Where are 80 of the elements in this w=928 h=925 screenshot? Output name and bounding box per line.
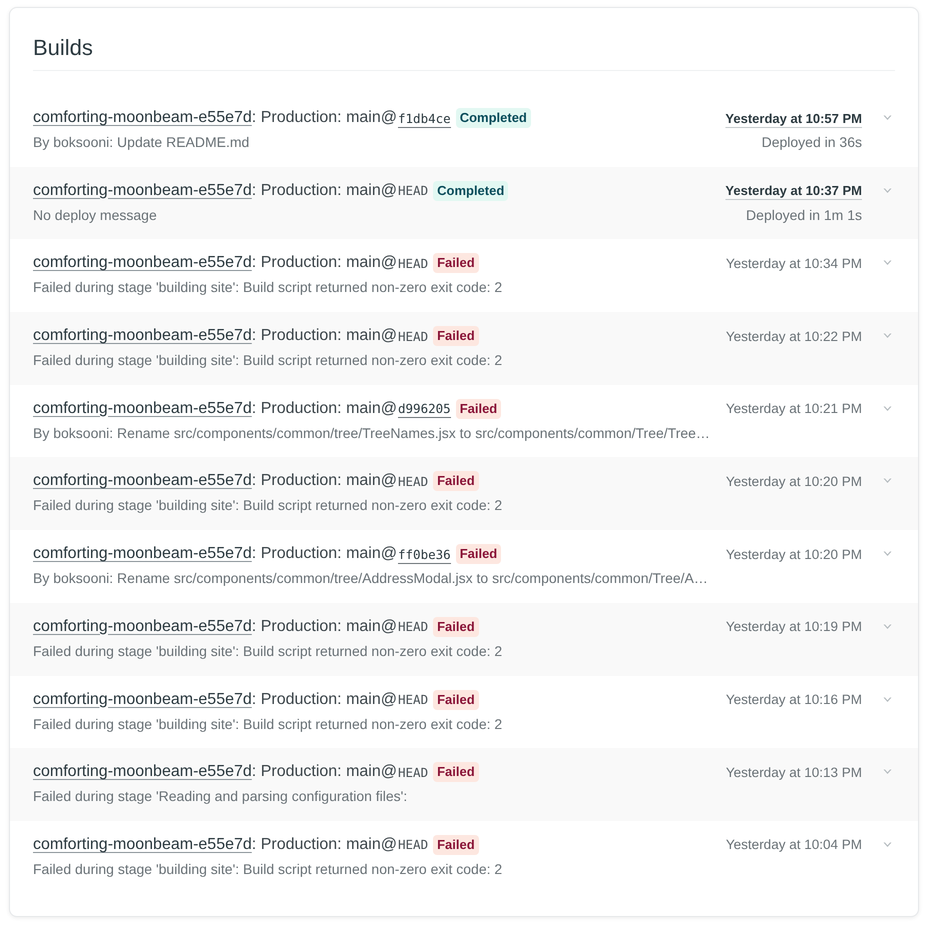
deploy-duration: Deployed in 36s <box>762 134 862 150</box>
deploy-time: Yesterday at 10:21 PM <box>726 401 862 416</box>
chevron-down-icon[interactable] <box>883 333 892 340</box>
deploy-time: Yesterday at 10:13 PM <box>726 764 862 780</box>
site-link[interactable]: comforting-moonbeam-e55e7d <box>33 836 252 854</box>
commit-link[interactable]: ff0be36 <box>398 546 451 564</box>
site-link[interactable]: comforting-moonbeam-e55e7d <box>33 690 252 708</box>
site-link[interactable]: comforting-moonbeam-e55e7d <box>33 109 252 127</box>
deploy-context: : Production: main@ <box>252 836 397 854</box>
deploy-time: Yesterday at 10:19 PM <box>726 619 862 634</box>
deploy-message: No deploy message <box>33 206 158 223</box>
chevron-down-icon[interactable] <box>883 551 892 558</box>
deploy-message: By boksooni: Rename src/components/common/tree/TreeNames.jsx to src/components/common/Tree/Tree… <box>33 424 711 441</box>
deploy-time: Yesterday at 10:20 PM <box>726 474 862 489</box>
deploy-context: : Production: main@ <box>252 109 397 127</box>
status-badge: Failed <box>433 253 479 274</box>
commit-ref: HEAD <box>398 328 428 346</box>
commit-ref: HEAD <box>398 474 428 491</box>
deploy-context: : Production: main@ <box>252 254 397 272</box>
status-badge: Completed <box>433 180 508 201</box>
status-badge: Failed <box>433 834 479 855</box>
deploy-context: : Production: main@ <box>252 472 397 490</box>
deploy-context: : Production: main@ <box>252 690 397 708</box>
chevron-down-icon[interactable] <box>883 478 892 484</box>
commit-link[interactable]: d996205 <box>398 401 451 418</box>
chevron-down-icon[interactable] <box>883 188 892 194</box>
deploy-message: Failed during stage 'building site': Build script returned non-zero exit code: 2 <box>33 352 504 368</box>
deploy-time: Yesterday at 10:04 PM <box>726 837 862 852</box>
deploy-message: Failed during stage 'building site': Build script returned non-zero exit code: 2 <box>33 860 504 877</box>
deploy-message: Failed during stage 'building site': Build script returned non-zero exit code: 2 <box>33 279 504 296</box>
status-badge: Failed <box>433 471 479 492</box>
site-link[interactable]: comforting-moonbeam-e55e7d <box>33 400 252 418</box>
commit-ref: HEAD <box>398 256 428 273</box>
site-link[interactable]: comforting-moonbeam-e55e7d <box>33 182 252 200</box>
deploy-time: Yesterday at 10:37 PM <box>725 183 862 198</box>
commit-ref: HEAD <box>398 619 428 636</box>
commit-ref: HEAD <box>398 837 428 854</box>
commit-ref: HEAD <box>398 764 428 782</box>
chevron-down-icon[interactable] <box>883 260 892 266</box>
deploy-message: By boksooni: Update README.md <box>33 134 250 150</box>
section-title: Builds <box>33 34 93 62</box>
site-link[interactable]: comforting-moonbeam-e55e7d <box>33 545 252 564</box>
deploy-time: Yesterday at 10:22 PM <box>726 328 862 344</box>
deploy-message: Failed during stage 'Reading and parsing configuration files': <box>33 788 408 804</box>
deploy-message: Failed during stage 'building site': Build script returned non-zero exit code: 2 <box>33 716 504 732</box>
chevron-down-icon[interactable] <box>883 769 892 776</box>
chevron-down-icon[interactable] <box>883 115 892 121</box>
deploy-context: : Production: main@ <box>252 327 397 346</box>
commit-ref: HEAD <box>398 183 428 200</box>
status-badge: Failed <box>433 762 479 782</box>
site-link[interactable]: comforting-moonbeam-e55e7d <box>33 763 252 782</box>
deploy-time: Yesterday at 10:20 PM <box>726 546 862 562</box>
deploy-context: : Production: main@ <box>252 545 397 564</box>
status-badge: Failed <box>433 690 479 710</box>
status-badge: Failed <box>456 544 502 564</box>
site-link[interactable]: comforting-moonbeam-e55e7d <box>33 327 252 346</box>
commit-ref: HEAD <box>398 692 428 709</box>
site-link[interactable]: comforting-moonbeam-e55e7d <box>33 472 252 490</box>
commit-link[interactable]: f1db4ce <box>398 110 451 128</box>
deploy-context: : Production: main@ <box>252 763 397 782</box>
status-badge: Completed <box>456 108 531 128</box>
status-badge: Failed <box>433 616 479 637</box>
deploy-duration: Deployed in 1m 1s <box>746 206 862 223</box>
chevron-down-icon[interactable] <box>883 406 892 412</box>
site-link[interactable]: comforting-moonbeam-e55e7d <box>33 618 252 636</box>
status-badge: Failed <box>433 326 479 346</box>
deploy-context: : Production: main@ <box>252 618 397 636</box>
chevron-down-icon[interactable] <box>883 696 892 702</box>
status-badge: Failed <box>456 398 502 419</box>
deploy-time: Yesterday at 10:57 PM <box>725 110 862 126</box>
deploy-context: : Production: main@ <box>252 182 397 200</box>
deploy-message: Failed during stage 'building site': Build script returned non-zero exit code: 2 <box>33 642 504 659</box>
deploy-message: By boksooni: Rename src/components/common/tree/AddressModal.jsx to src/components/common/Tree/A… <box>33 570 709 586</box>
chevron-down-icon[interactable] <box>883 624 892 630</box>
site-link[interactable]: comforting-moonbeam-e55e7d <box>33 254 252 272</box>
deploy-context: : Production: main@ <box>252 400 397 418</box>
deploy-message: Failed during stage 'building site': Build script returned non-zero exit code: 2 <box>33 497 504 514</box>
deploy-time: Yesterday at 10:34 PM <box>726 256 862 271</box>
deploy-time: Yesterday at 10:16 PM <box>726 692 862 707</box>
chevron-down-icon[interactable] <box>883 842 892 848</box>
